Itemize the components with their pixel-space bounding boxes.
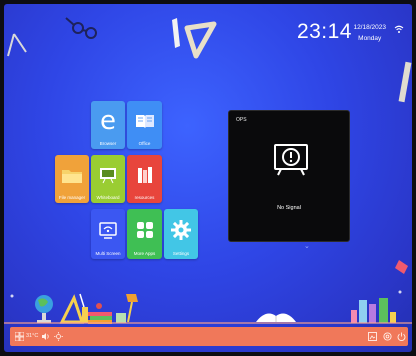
glasses-doodle [65,17,97,39]
book-icon [127,101,162,141]
browser-e-icon: e [100,106,116,136]
wifi-screen-icon [91,209,125,251]
bottom-taskbar: 31°C [10,327,408,346]
app-tile-browser[interactable]: e Browser [91,101,125,149]
app-label: Office [138,141,151,146]
temperature-readout: 31°C [26,333,39,339]
desktop-screen: 23:14 12/18/2023 Monday e Browser Office [4,4,412,352]
app-tile-multi-screen[interactable]: Multi Screen [91,209,125,259]
date-display: 12/18/2023 Monday [353,22,386,44]
app-tile-resources[interactable]: resources [127,155,162,203]
paint-bottles-doodle [351,298,396,323]
app-tile-file-manager[interactable]: File manager [55,155,89,203]
app-tile-office[interactable]: Office [127,101,162,149]
grid-small-icon[interactable] [15,332,24,341]
ruler-doodle [398,61,412,103]
folder-icon [55,155,89,195]
power-icon[interactable] [397,332,406,341]
crayon-doodle [395,260,408,274]
settings-small-icon[interactable] [383,332,392,341]
grid-icon [127,209,162,251]
chevron-down-icon[interactable]: ⌄ [304,242,310,250]
compass-doodle [7,33,27,57]
app-tile-more-apps[interactable]: More Apps [127,209,162,259]
brightness-icon[interactable] [54,332,63,341]
desk-lamp-doodle [116,294,138,323]
gear-icon [164,209,198,251]
no-signal-text: No Signal [277,205,301,211]
volume-icon[interactable] [41,332,50,341]
globe-doodle [35,295,53,323]
screenshot-icon[interactable] [368,332,377,341]
app-tile-whiteboard[interactable]: Whiteboard [91,155,125,203]
pencil-doodle [172,18,180,48]
whiteboard-icon [91,155,125,195]
ops-source-label: OPS [236,117,247,123]
open-book-doodle [256,313,296,322]
wifi-icon[interactable] [394,25,404,34]
date-text: 12/18/2023 [353,24,386,31]
book-stack-doodle [88,303,112,324]
app-label: Multi Screen [95,251,121,256]
app-label: Settings [172,251,190,256]
set-square-doodle [184,21,217,59]
app-label: More Apps [133,251,156,256]
app-tile-settings[interactable]: Settings [164,209,198,259]
triangle-ruler-doodle [59,294,85,324]
monitor-warning-icon [274,144,308,176]
app-label: resources [134,195,155,200]
app-label: Whiteboard [96,195,120,200]
app-label: Browser [99,141,117,146]
weekday-text: Monday [358,35,382,42]
app-label: File manager [58,195,86,200]
books-icon [127,155,162,195]
ops-preview-panel[interactable]: OPS No Signal [228,110,350,242]
clock-time: 23:14 [296,20,352,43]
